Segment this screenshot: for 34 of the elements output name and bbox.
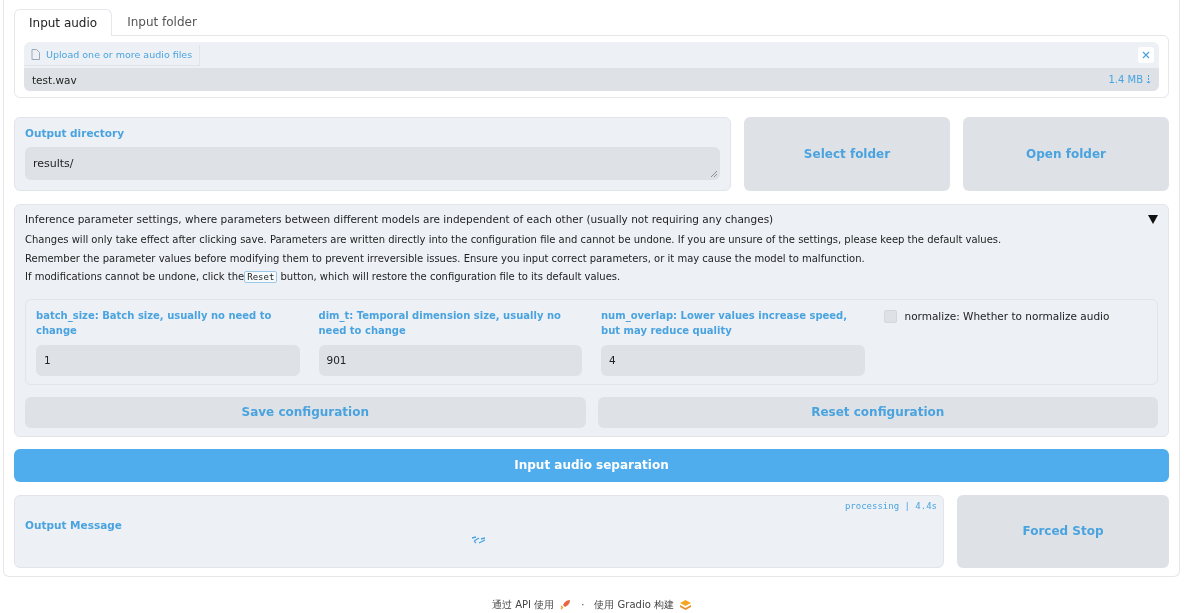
number-field[interactable]: 901 bbox=[318, 344, 582, 376]
file-row[interactable]: test.wav 1.4 MB bbox=[24, 68, 1159, 91]
field-label: dim_t: Temporal dimension size, usually no need to change bbox=[318, 308, 562, 338]
field-label: batch_size: Batch size, usually no need to change bbox=[36, 308, 273, 338]
number-field[interactable]: 4 bbox=[601, 344, 865, 376]
note-text: Changes will only take effect after clicking save. Parameters are written directly into the configuration file and cannot be undone. If you are unsure of the settings, please keep the default values. bbox=[25, 233, 1003, 247]
close-button[interactable] bbox=[1138, 47, 1154, 63]
file-size: 1.4 MB bbox=[1108, 74, 1143, 85]
tab[interactable]: Input audio bbox=[14, 9, 113, 36]
note-text: Remember the parameter values before modifying them to prevent irreversible issues. Ensure you input correct parameters, or it may cause the model to malfunction. bbox=[25, 251, 866, 266]
logo-icon bbox=[680, 599, 691, 610]
field-label: num_overlap: Lower values increase speed, but may reduce quality bbox=[601, 308, 849, 338]
gradio-link[interactable]: 使用 Gradio 构建 bbox=[594, 597, 674, 612]
file-name: test.wav bbox=[32, 73, 78, 86]
field-label: Output directory bbox=[25, 127, 125, 139]
accordion-title[interactable]: Inference parameter settings, where parameters between different models are independent of each other (usually not requiring any changes) bbox=[25, 213, 774, 225]
resize-handle-icon[interactable] bbox=[711, 171, 717, 177]
tab[interactable]: Input folder bbox=[112, 8, 212, 35]
status-text: processing | 4.4s bbox=[844, 500, 937, 511]
file-icon bbox=[31, 49, 40, 60]
collapse-icon[interactable] bbox=[1148, 214, 1158, 224]
close-icon[interactable] bbox=[1142, 51, 1150, 59]
upload-label: Upload one or more audio files bbox=[24, 44, 201, 66]
checkbox[interactable] bbox=[883, 309, 897, 323]
field-label: Output Message bbox=[25, 518, 123, 531]
note-text: If modifications cannot be undone, click the Reset button, which will restore the configuration file to its default values. bbox=[25, 270, 622, 285]
rocket-icon bbox=[560, 599, 572, 610]
download-icon[interactable] bbox=[1146, 74, 1151, 85]
number-field[interactable]: 1 bbox=[36, 344, 300, 376]
output-directory-field[interactable]: results/ bbox=[25, 147, 720, 180]
loading-icon bbox=[471, 535, 487, 544]
separator: · bbox=[581, 599, 585, 610]
api-link[interactable]: 通过 API 使用 bbox=[492, 597, 555, 612]
checkbox-label: normalize: Whether to normalize audio bbox=[904, 309, 1110, 322]
